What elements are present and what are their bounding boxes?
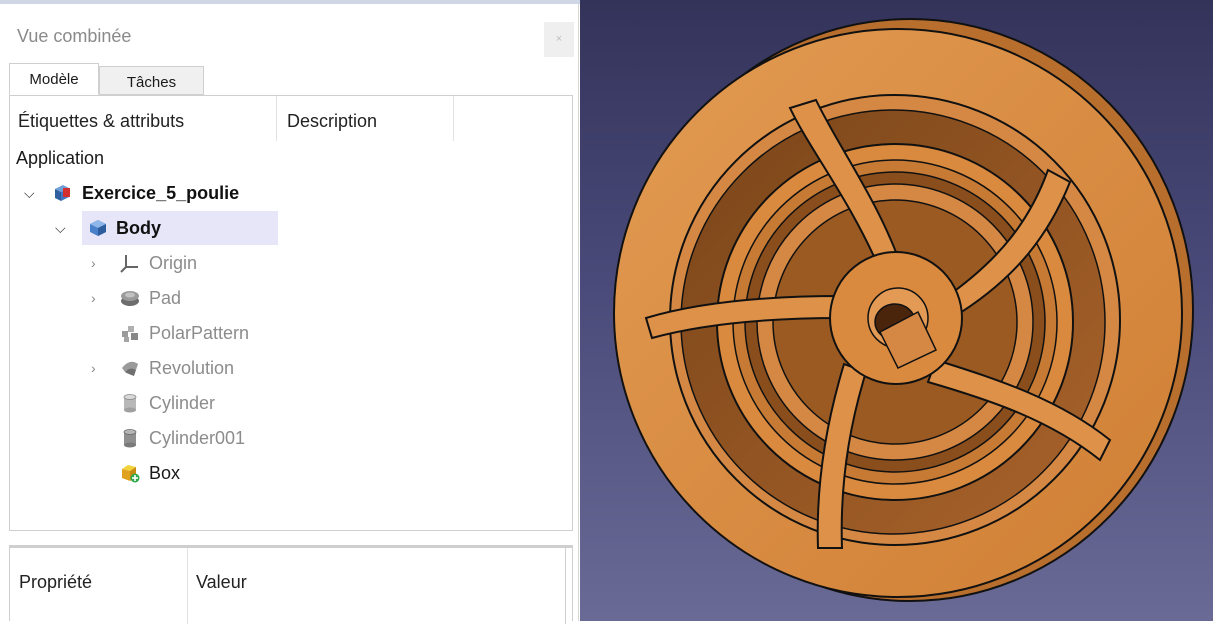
tree-item-label: Exercice_5_poulie: [82, 183, 240, 203]
revolution-icon: [122, 361, 138, 376]
scrollbar-edge: [565, 548, 566, 624]
tree-item-label: Revolution: [149, 358, 235, 378]
combo-view-panel: Vue combinée × Modèle Tâches Étiquettes …: [0, 4, 579, 624]
tree-item-polarpattern[interactable]: PolarPattern: [10, 316, 310, 350]
cylinder-icon: [123, 429, 137, 448]
tree-item-revolution[interactable]: › Revolution: [10, 351, 310, 385]
column-description-header[interactable]: Description: [287, 111, 377, 132]
tree-item-label: Body: [116, 218, 161, 238]
property-value-header[interactable]: Valeur: [196, 572, 247, 593]
origin-icon: [120, 255, 138, 273]
tree-item-pad[interactable]: › Pad: [10, 281, 310, 315]
root-label: Application: [16, 148, 105, 168]
property-name-header[interactable]: Propriété: [19, 572, 92, 593]
tree-item-box[interactable]: Box: [10, 456, 310, 490]
3d-viewport[interactable]: [580, 0, 1213, 621]
pulley-model[interactable]: [580, 0, 1213, 621]
tree-item-origin[interactable]: › Origin: [10, 246, 310, 280]
tab-tasks[interactable]: Tâches: [99, 66, 204, 95]
chevron-right-icon[interactable]: ›: [91, 351, 96, 385]
property-table: Propriété Valeur: [10, 546, 572, 624]
tree-item-label: Cylinder: [149, 393, 216, 413]
chevron-down-icon[interactable]: ⌵: [55, 211, 66, 245]
chevron-down-icon[interactable]: ⌵: [24, 176, 35, 210]
tree-item-body[interactable]: ⌵ Body: [10, 211, 310, 245]
tree-item-document[interactable]: ⌵ Exercice_5_poulie: [10, 176, 310, 210]
document-icon: [55, 185, 70, 201]
panel-title: Vue combinée: [17, 26, 132, 46]
tab-model[interactable]: Modèle: [9, 63, 99, 95]
tree-item-label: Cylinder001: [149, 428, 246, 448]
pad-icon: [121, 291, 139, 306]
column-divider: [187, 548, 188, 624]
column-divider: [453, 96, 454, 141]
model-tree: Étiquettes & attributs Description Appli…: [9, 95, 573, 531]
chevron-right-icon[interactable]: ›: [91, 246, 96, 280]
tree-item-cylinder001[interactable]: Cylinder001: [10, 421, 310, 455]
tree-item-label: PolarPattern: [149, 323, 250, 343]
tree-item-label: Box: [149, 463, 181, 483]
body-icon: [90, 220, 106, 236]
column-divider: [276, 96, 277, 141]
tree-item-label: Pad: [149, 288, 182, 308]
tree-item-cylinder[interactable]: Cylinder: [10, 386, 310, 420]
close-button[interactable]: ×: [544, 22, 574, 57]
column-labels-header[interactable]: Étiquettes & attributs: [18, 111, 184, 132]
cylinder-icon: [123, 394, 137, 413]
box-icon: [122, 465, 140, 483]
tree-item-label: Origin: [149, 253, 198, 273]
tree-header: Étiquettes & attributs Description: [10, 96, 572, 141]
chevron-right-icon[interactable]: ›: [91, 281, 96, 315]
polar-pattern-icon: [122, 326, 138, 342]
property-panel: Propriété Valeur: [9, 545, 573, 624]
